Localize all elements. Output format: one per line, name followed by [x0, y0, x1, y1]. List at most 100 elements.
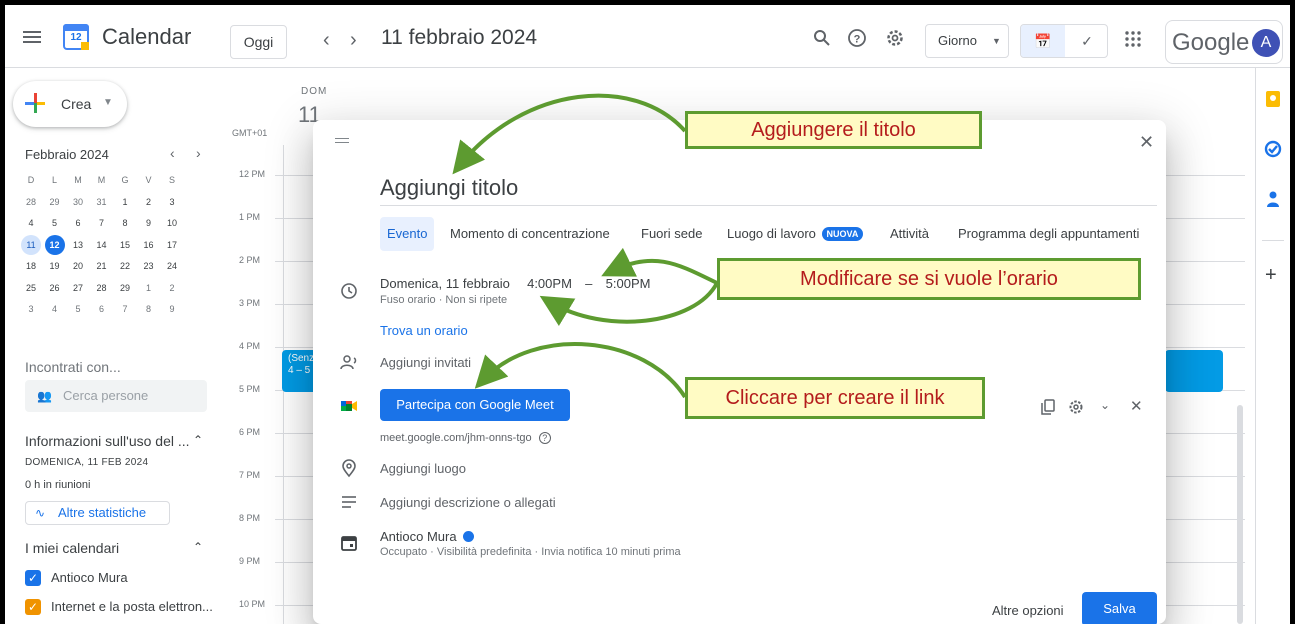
mini-day[interactable]: 21 [92, 256, 112, 276]
app-title[interactable]: Calendar [102, 24, 191, 50]
event-date[interactable]: Domenica, 11 febbraio [380, 276, 510, 291]
event-chip-right[interactable] [1165, 350, 1223, 392]
mini-day[interactable]: 4 [21, 213, 41, 233]
mini-day[interactable]: 25 [21, 278, 41, 298]
event-title-input[interactable]: Aggiungi titolo [380, 172, 1157, 206]
chevron-left-icon[interactable]: ‹ [323, 29, 330, 52]
my-calendars-label[interactable]: I miei calendari [25, 540, 119, 556]
chevron-up-icon[interactable]: ⌃ [193, 540, 203, 554]
save-button[interactable]: Salva [1082, 592, 1157, 624]
mini-day[interactable]: 13 [68, 235, 88, 255]
add-location-input[interactable]: Aggiungi luogo [380, 461, 466, 476]
mini-day[interactable]: 9 [162, 299, 182, 319]
mini-day[interactable]: 17 [162, 235, 182, 255]
mini-day[interactable]: 20 [68, 256, 88, 276]
mini-day[interactable]: 28 [92, 278, 112, 298]
more-stats-button[interactable]: ∿ Altre statistiche [25, 501, 170, 525]
mini-day[interactable]: 18 [21, 256, 41, 276]
mini-day[interactable]: 6 [68, 213, 88, 233]
mini-day[interactable]: 7 [115, 299, 135, 319]
mini-day[interactable]: 2 [162, 278, 182, 298]
mini-day[interactable]: 23 [139, 256, 159, 276]
avatar[interactable]: A [1252, 29, 1280, 57]
chevron-right-icon[interactable]: › [350, 29, 357, 52]
mini-day[interactable]: 12 [44, 234, 65, 255]
mini-day[interactable]: 5 [68, 299, 88, 319]
tab-appointment-schedule[interactable]: Programma degli appuntamenti [951, 217, 1146, 251]
mini-day[interactable]: 5 [45, 213, 65, 233]
close-icon[interactable]: ✕ [1139, 132, 1154, 153]
mini-day[interactable]: 6 [92, 299, 112, 319]
add-guests-input[interactable]: Aggiungi invitati [380, 355, 471, 370]
calendar-owner[interactable]: Antioco Mura [380, 529, 474, 544]
mini-day[interactable]: 31 [92, 192, 112, 212]
mini-day[interactable]: 3 [162, 192, 182, 212]
mini-day[interactable]: 11 [21, 234, 41, 255]
event-start-time[interactable]: 4:00PM [527, 276, 572, 291]
main-menu-icon[interactable] [23, 31, 41, 43]
usage-title[interactable]: Informazioni sull'uso del ... [25, 433, 190, 449]
copy-icon[interactable] [1040, 399, 1056, 415]
meet-url-text[interactable]: meet.google.com/jhm-onns-tgo [380, 432, 532, 444]
mini-day[interactable]: 24 [162, 256, 182, 276]
add-addon-icon[interactable]: + [1265, 264, 1277, 287]
mini-day[interactable]: 8 [115, 213, 135, 233]
mini-day[interactable]: 19 [45, 256, 65, 276]
mini-day[interactable]: 28 [21, 192, 41, 212]
calendar-view-icon[interactable]: 📅 [1021, 25, 1065, 57]
chevron-up-icon[interactable]: ⌃ [193, 433, 203, 447]
mini-day[interactable]: 1 [139, 278, 159, 298]
help-icon[interactable]: ? [847, 28, 867, 48]
mini-day[interactable]: 9 [139, 213, 159, 233]
timezone-repeat[interactable]: Fuso orario · Non si ripete [380, 294, 507, 306]
google-meet-button[interactable]: Partecipa con Google Meet [380, 389, 570, 421]
drag-handle-icon[interactable] [335, 138, 349, 146]
search-icon[interactable] [813, 29, 831, 47]
contacts-icon[interactable] [1264, 190, 1282, 208]
remove-meet-icon[interactable]: ✕ [1130, 397, 1143, 415]
mini-day[interactable]: 10 [162, 213, 182, 233]
today-button[interactable]: Oggi [230, 25, 287, 59]
find-time-link[interactable]: Trova un orario [380, 323, 468, 338]
tab-working-location[interactable]: Luogo di lavoro NUOVA [720, 217, 870, 251]
calendar-logo-icon[interactable]: 12 [63, 24, 89, 50]
mini-day[interactable]: 3 [21, 299, 41, 319]
tab-focus-time[interactable]: Momento di concentrazione [443, 217, 617, 251]
meet-settings-icon[interactable] [1068, 399, 1084, 415]
mini-day[interactable]: 2 [139, 192, 159, 212]
add-description-input[interactable]: Aggiungi descrizione o allegati [380, 495, 556, 510]
settings-gear-icon[interactable] [885, 28, 905, 48]
search-people-input[interactable]: 👥 Cerca persone [25, 380, 207, 412]
tasks-view-icon[interactable]: ✓ [1065, 25, 1107, 57]
account-box[interactable]: Google A [1165, 20, 1283, 64]
mini-day[interactable]: 27 [68, 278, 88, 298]
mini-day[interactable]: 1 [115, 192, 135, 212]
create-button[interactable]: Crea ▼ [13, 81, 127, 127]
mini-day[interactable]: 4 [45, 299, 65, 319]
mini-day[interactable]: 8 [139, 299, 159, 319]
chevron-down-icon[interactable]: ⌄ [1100, 398, 1110, 412]
mini-day[interactable]: 29 [45, 192, 65, 212]
scrollbar[interactable] [1237, 405, 1243, 624]
mini-day[interactable]: 16 [139, 235, 159, 255]
tasks-icon[interactable] [1264, 140, 1282, 158]
keep-icon[interactable] [1264, 90, 1282, 108]
calendar-checkbox-internet[interactable]: ✓ [25, 599, 41, 615]
tab-tasks[interactable]: Attività [883, 217, 936, 251]
tab-out-of-office[interactable]: Fuori sede [634, 217, 709, 251]
help-icon[interactable]: ? [538, 432, 551, 444]
mini-day[interactable]: 7 [92, 213, 112, 233]
mini-day[interactable]: 26 [45, 278, 65, 298]
mini-prev-icon[interactable]: ‹ [170, 145, 175, 161]
more-options-button[interactable]: Altre opzioni [992, 603, 1064, 618]
tab-evento[interactable]: Evento [380, 217, 435, 251]
calendar-checkbox-antioco[interactable]: ✓ [25, 570, 41, 586]
mini-day[interactable]: 29 [115, 278, 135, 298]
mini-day[interactable]: 14 [92, 235, 112, 255]
mini-day[interactable]: 22 [115, 256, 135, 276]
mini-day[interactable]: 30 [68, 192, 88, 212]
apps-grid-icon[interactable] [1125, 31, 1141, 47]
view-select[interactable]: Giorno ▼ [925, 24, 1009, 58]
event-end-time[interactable]: 5:00PM [606, 276, 651, 291]
mini-day[interactable]: 15 [115, 235, 135, 255]
